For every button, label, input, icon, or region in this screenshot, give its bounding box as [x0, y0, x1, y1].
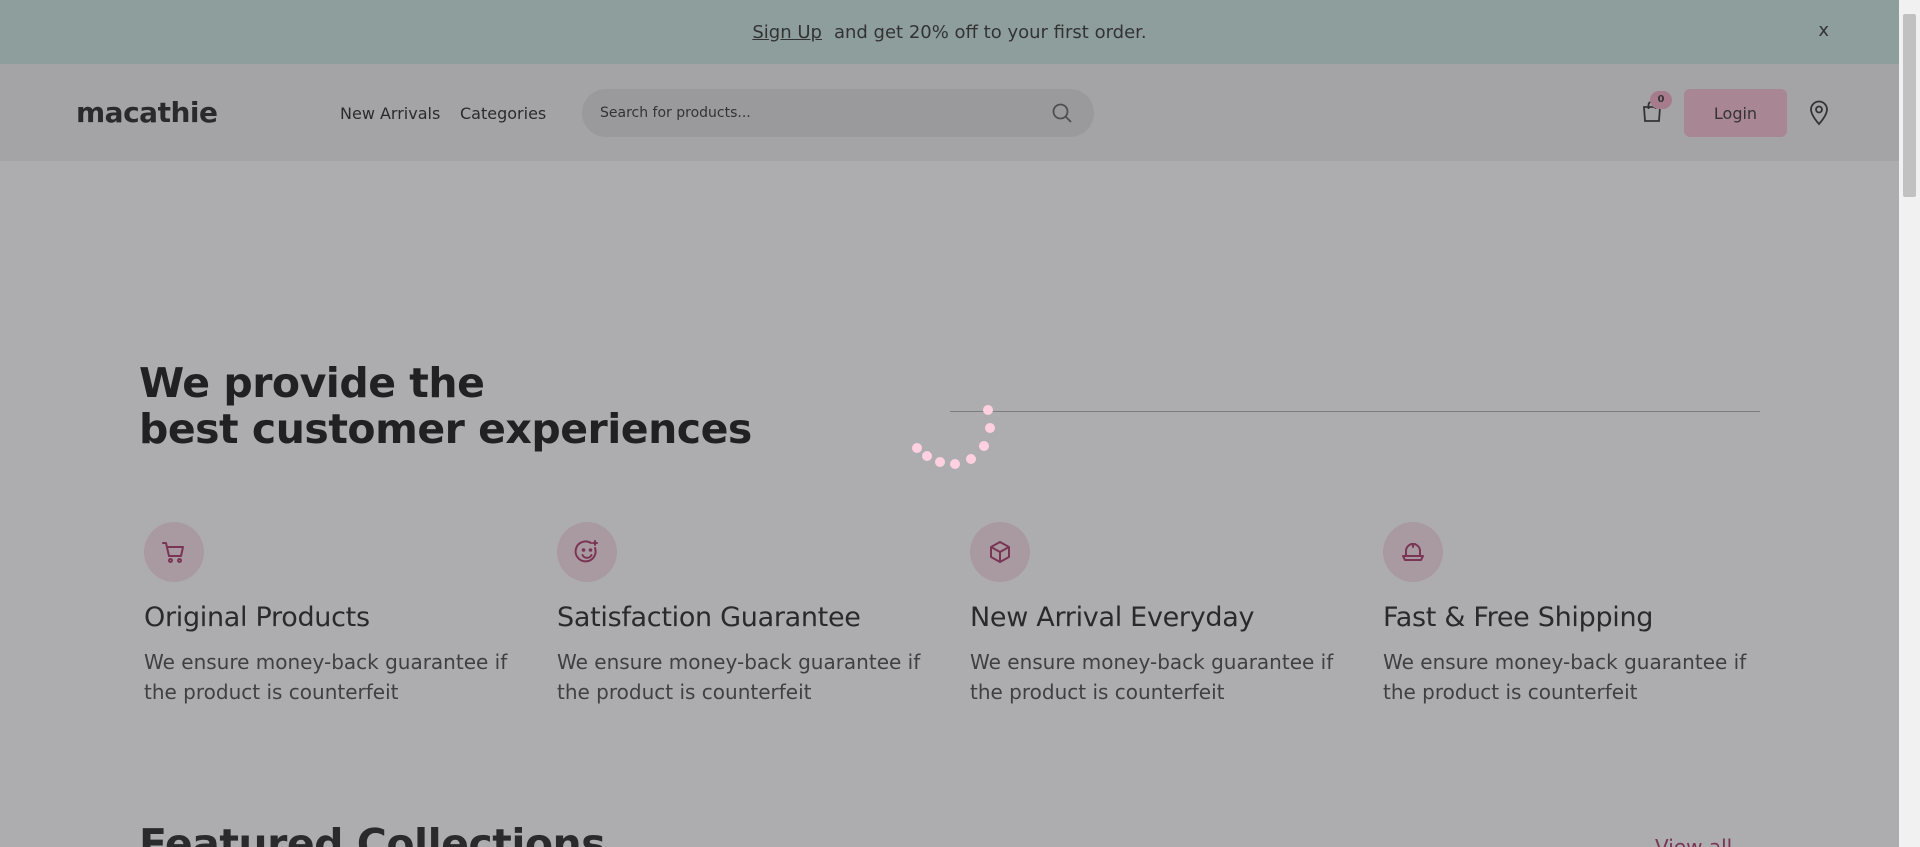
loading-spinner-icon: [912, 405, 995, 469]
spinner-dot: [935, 457, 945, 467]
spinner-dot: [922, 451, 932, 461]
scrollbar[interactable]: [1899, 0, 1920, 847]
spinner-dot: [966, 454, 976, 464]
spinner-dot: [950, 459, 960, 469]
spinner-dot: [985, 423, 995, 433]
page: Sign Up and get 20% off to your first or…: [0, 0, 1899, 847]
spinner-dot: [983, 405, 993, 415]
spinner-dot: [979, 441, 989, 451]
scrollbar-thumb[interactable]: [1903, 14, 1916, 197]
spinner-dot: [912, 443, 922, 453]
